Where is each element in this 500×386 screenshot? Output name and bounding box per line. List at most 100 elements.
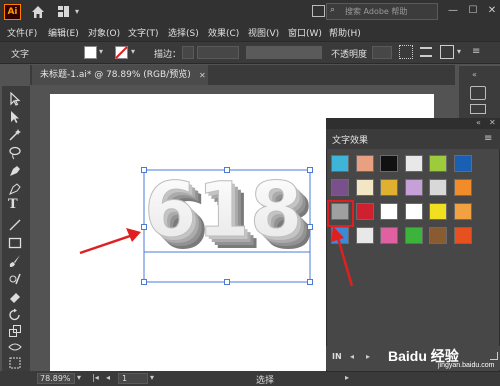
chevron-down-icon[interactable]: ▾ <box>131 47 135 56</box>
lasso-tool-icon[interactable] <box>8 146 22 160</box>
menu-file[interactable]: 文件(F) <box>7 26 37 39</box>
selection-tool-icon[interactable] <box>8 92 22 106</box>
panel-menu-icon[interactable]: ≡ <box>472 46 480 57</box>
graphic-style-thumbnail[interactable] <box>429 155 447 172</box>
graphic-style-thumbnail[interactable] <box>355 227 374 244</box>
graphic-styles-library-menu[interactable]: IN <box>332 352 342 361</box>
stroke-label: 描边： <box>154 50 182 60</box>
menu-edit[interactable]: 编辑(E) <box>48 26 79 39</box>
workspace-switcher-icon[interactable] <box>58 6 72 18</box>
line-tool-icon[interactable] <box>8 218 22 232</box>
app-logo: Ai <box>4 4 21 20</box>
recolor-icon[interactable] <box>399 45 413 59</box>
scale-tool-icon[interactable] <box>8 324 22 338</box>
chevron-down-icon[interactable]: ▾ <box>150 373 154 382</box>
graphic-style-thumbnail[interactable] <box>355 203 374 220</box>
tab-close-icon[interactable]: ✕ <box>199 71 206 80</box>
menu-help[interactable]: 帮助(H) <box>329 26 361 39</box>
watermark-url: jingyan.baidu.com <box>438 362 495 369</box>
graphic-style-thumbnail[interactable] <box>380 227 398 244</box>
document-tab[interactable]: 未标题-1.ai* @ 78.89% (RGB/预览) <box>32 65 208 85</box>
arrange-documents-icon[interactable] <box>312 5 325 17</box>
graphic-style-thumbnail[interactable] <box>404 155 423 172</box>
collapse-dock-icon[interactable]: « <box>472 70 477 79</box>
graphic-style-thumbnail[interactable] <box>429 179 447 196</box>
chevron-down-icon[interactable]: ▾ <box>75 7 79 16</box>
graphic-style-thumbnail[interactable] <box>429 203 447 220</box>
maximize-button[interactable]: ☐ <box>466 4 480 18</box>
menu-object[interactable]: 对象(O) <box>88 26 120 39</box>
align-icon[interactable] <box>420 47 432 57</box>
annotation-arrow <box>79 228 141 255</box>
panel-close-icon[interactable]: ✕ <box>489 118 496 127</box>
graphic-style-thumbnail[interactable] <box>380 155 398 172</box>
panel-header[interactable] <box>326 118 500 129</box>
graphic-style-thumbnail[interactable] <box>331 155 349 172</box>
rotate-tool-icon[interactable] <box>8 308 22 322</box>
stroke-weight-stepper[interactable] <box>182 46 194 59</box>
paintbrush-tool-icon[interactable] <box>8 254 22 268</box>
selected-style-highlight <box>327 200 354 227</box>
transform-icon[interactable] <box>440 45 454 59</box>
graphic-style-thumbnail[interactable] <box>429 227 447 244</box>
menu-type[interactable]: 文字(T) <box>128 26 159 39</box>
width-tool-icon[interactable] <box>8 340 22 354</box>
artboard-number-field[interactable]: 1 <box>118 373 148 384</box>
menu-view[interactable]: 视图(V) <box>248 26 279 39</box>
graphic-style-thumbnail[interactable] <box>404 203 423 220</box>
panel-menu-icon[interactable]: ≡ <box>484 133 492 144</box>
previous-artboard-icon[interactable]: ◂ <box>106 373 110 382</box>
magic-wand-tool-icon[interactable] <box>8 128 22 142</box>
variable-width-dropdown[interactable] <box>246 46 322 59</box>
stroke-none-swatch[interactable] <box>115 46 128 59</box>
graphic-style-thumbnail[interactable] <box>453 179 472 196</box>
graphic-style-thumbnail[interactable] <box>355 155 374 172</box>
selection-bounding-box[interactable] <box>140 166 326 286</box>
first-artboard-icon[interactable]: |◂ <box>92 373 99 382</box>
graphic-style-thumbnail[interactable] <box>355 179 374 196</box>
opacity-dropdown[interactable] <box>372 46 392 59</box>
graphic-style-thumbnail[interactable] <box>380 203 398 220</box>
shaper-tool-icon[interactable] <box>8 272 22 286</box>
stroke-weight-dropdown[interactable] <box>197 46 239 59</box>
zoom-level-field[interactable]: 78.89% <box>37 373 75 384</box>
search-icon: ⌕ <box>330 5 336 15</box>
menu-effect[interactable]: 效果(C) <box>208 26 239 39</box>
free-transform-tool-icon[interactable] <box>8 356 22 370</box>
panel-collapse-icon[interactable]: « <box>476 118 481 127</box>
fill-swatch[interactable] <box>84 46 97 59</box>
graphic-style-thumbnail[interactable] <box>453 155 472 172</box>
curvature-tool-icon[interactable] <box>8 182 22 196</box>
status-bar <box>0 371 500 386</box>
graphic-style-thumbnail[interactable] <box>453 227 472 244</box>
search-help-input[interactable]: 搜索 Adobe 帮助 <box>326 3 438 20</box>
chevron-down-icon[interactable]: ▾ <box>77 373 81 382</box>
pen-tool-icon[interactable] <box>8 164 22 178</box>
menu-select[interactable]: 选择(S) <box>168 26 199 39</box>
graphic-style-thumbnail[interactable] <box>404 227 423 244</box>
object-type-label: 文字 <box>11 50 30 60</box>
eraser-tool-icon[interactable] <box>8 290 22 304</box>
graphic-style-thumbnail[interactable] <box>331 179 349 196</box>
graphic-style-thumbnail[interactable] <box>380 179 398 196</box>
libraries-panel-icon[interactable] <box>470 104 486 114</box>
type-tool-icon[interactable]: T <box>8 198 22 212</box>
menu-window[interactable]: 窗口(W) <box>288 26 322 39</box>
current-tool-status: 选择 <box>256 376 275 386</box>
graphic-style-thumbnail[interactable] <box>404 179 423 196</box>
chevron-down-icon[interactable]: ▾ <box>457 47 461 56</box>
opacity-label[interactable]: 不透明度 <box>331 47 367 60</box>
next-library-icon[interactable]: ▸ <box>366 352 370 361</box>
panel-resize-handle[interactable] <box>490 352 498 360</box>
play-icon[interactable]: ▸ <box>345 373 349 382</box>
chevron-down-icon[interactable]: ▾ <box>99 47 103 56</box>
direct-selection-tool-icon[interactable] <box>8 110 22 124</box>
home-icon[interactable] <box>31 5 45 19</box>
properties-panel-icon[interactable] <box>470 86 486 100</box>
rectangle-tool-icon[interactable] <box>8 236 22 250</box>
graphic-style-thumbnail[interactable] <box>453 203 472 220</box>
previous-library-icon[interactable]: ◂ <box>350 352 354 361</box>
close-button[interactable]: ✕ <box>485 4 499 18</box>
panel-title-tab[interactable]: 文字效果 <box>332 133 368 146</box>
minimize-button[interactable]: — <box>446 4 460 18</box>
